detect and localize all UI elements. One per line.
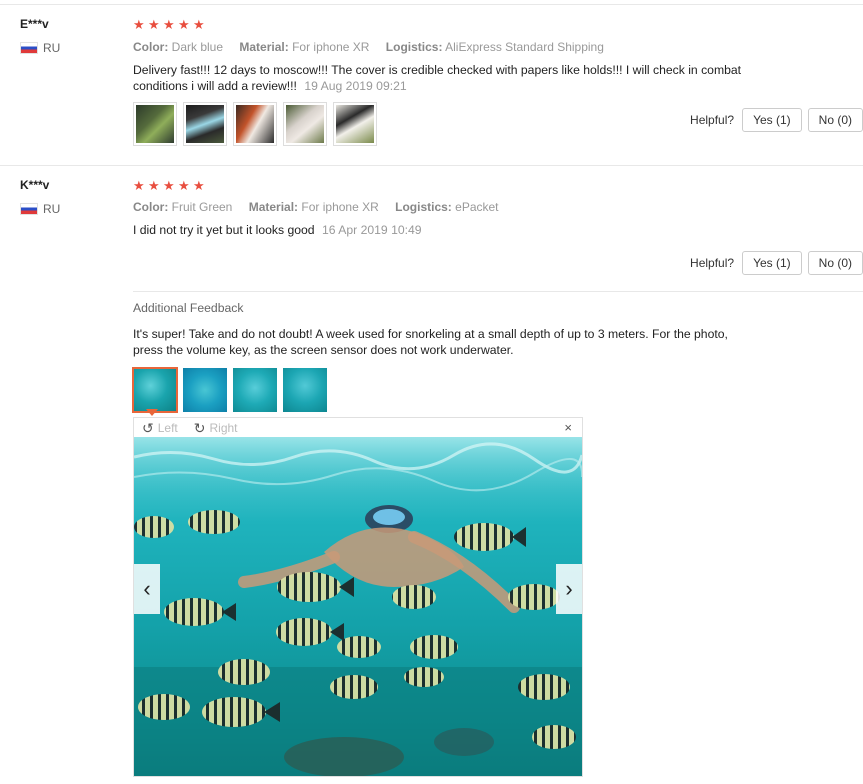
review-photo-thumb[interactable]: [283, 102, 327, 146]
review-text: I did not try it yet but it looks good 1…: [133, 222, 773, 238]
logistics-label: Logistics:: [395, 200, 452, 214]
country-code: RU: [43, 41, 61, 55]
review-photo-thumb[interactable]: [133, 102, 177, 146]
photo-preview: [236, 105, 274, 143]
additional-feedback-title: Additional Feedback: [133, 301, 244, 315]
additional-photo-thumb[interactable]: [233, 368, 277, 412]
chevron-left-icon: ‹: [143, 576, 151, 601]
review-photos: [133, 102, 377, 146]
star-rating: ★ ★ ★ ★ ★: [133, 178, 206, 193]
product-attributes: Color: Fruit Green Material: For iphone …: [133, 200, 512, 214]
reviewer-country: RU: [20, 202, 60, 216]
star-icon: ★: [148, 17, 160, 32]
photo-preview: [186, 105, 224, 143]
material-value: For iphone XR: [292, 40, 370, 54]
material-label: Material:: [239, 40, 289, 54]
additional-feedback-text: It's super! Take and do not doubt! A wee…: [133, 327, 728, 357]
reviewer-name: E***v: [20, 17, 49, 31]
review-photo-thumb[interactable]: [233, 102, 277, 146]
rotate-right-button[interactable]: Right: [209, 421, 237, 435]
additional-photo-thumb[interactable]: [283, 368, 327, 412]
review-body: I did not try it yet but it looks good: [133, 223, 315, 237]
review-body: Delivery fast!!! 12 days to moscow!!! Th…: [133, 63, 742, 93]
color-label: Color:: [133, 40, 169, 54]
star-icon: ★: [178, 178, 190, 193]
star-icon: ★: [133, 17, 145, 32]
review-photo-thumb[interactable]: [183, 102, 227, 146]
color-label: Color:: [133, 200, 169, 214]
photo-viewer: ↺ Left ↻ Right × ‹ ›: [133, 417, 583, 777]
helpful-yes-button[interactable]: Yes (1): [742, 251, 802, 275]
next-photo-button[interactable]: ›: [556, 564, 582, 614]
viewer-toolbar: ↺ Left ↻ Right ×: [134, 418, 582, 437]
star-rating: ★ ★ ★ ★ ★: [133, 17, 206, 32]
product-attributes: Color: Dark blue Material: For iphone XR…: [133, 40, 617, 54]
star-icon: ★: [163, 178, 175, 193]
rotate-right-icon[interactable]: ↻: [194, 421, 206, 435]
helpful-label: Helpful?: [690, 256, 735, 270]
photo-preview: [136, 105, 174, 143]
russia-flag-icon: [20, 203, 38, 215]
reviewer-name: K***v: [20, 178, 50, 192]
material-value: For iphone XR: [301, 200, 379, 214]
review-text: Delivery fast!!! 12 days to moscow!!! Th…: [133, 62, 763, 94]
star-icon: ★: [133, 178, 145, 193]
additional-feedback-photos: [132, 367, 327, 413]
chevron-right-icon: ›: [565, 576, 573, 601]
photo-preview: [286, 105, 324, 143]
underwater-photo: [134, 437, 582, 776]
star-icon: ★: [193, 17, 205, 32]
material-label: Material:: [248, 200, 299, 214]
previous-photo-button[interactable]: ‹: [134, 564, 160, 614]
helpful-no-button[interactable]: No (0): [807, 251, 863, 275]
color-value: Dark blue: [171, 40, 224, 54]
russia-flag-icon: [20, 42, 38, 54]
review-date: 19 Aug 2019 09:21: [304, 79, 407, 93]
reviewer-country: RU: [20, 41, 60, 55]
helpful-no-button[interactable]: No (0): [807, 108, 863, 132]
country-code: RU: [43, 202, 61, 216]
helpful-vote: Helpful? Yes (1) No (0): [690, 251, 863, 275]
star-icon: ★: [163, 17, 175, 32]
helpful-vote: Helpful? Yes (1) No (0): [690, 108, 863, 132]
photo-preview: [336, 105, 374, 143]
color-value: Fruit Green: [171, 200, 233, 214]
helpful-label: Helpful?: [690, 113, 735, 127]
logistics-value: ePacket: [455, 200, 499, 214]
logistics-value: AliExpress Standard Shipping: [445, 40, 604, 54]
review-photo-thumb[interactable]: [333, 102, 377, 146]
review-item: E***v RU ★ ★ ★ ★ ★ Color: Dark blue Mate…: [0, 5, 863, 166]
helpful-yes-button[interactable]: Yes (1): [742, 108, 802, 132]
additional-photo-thumb[interactable]: [183, 368, 227, 412]
review-date: 16 Apr 2019 10:49: [321, 223, 422, 237]
star-icon: ★: [178, 17, 190, 32]
additional-feedback-divider: [133, 291, 863, 292]
star-icon: ★: [148, 178, 160, 193]
active-photo-indicator: [146, 409, 158, 416]
close-icon[interactable]: ×: [564, 420, 572, 435]
star-icon: ★: [193, 178, 205, 193]
logistics-label: Logistics:: [385, 40, 443, 54]
rotate-left-button[interactable]: Left: [158, 421, 178, 435]
additional-photo-thumb[interactable]: [132, 367, 178, 413]
viewer-photo: ‹ ›: [134, 437, 582, 776]
rotate-left-icon[interactable]: ↺: [142, 421, 154, 435]
